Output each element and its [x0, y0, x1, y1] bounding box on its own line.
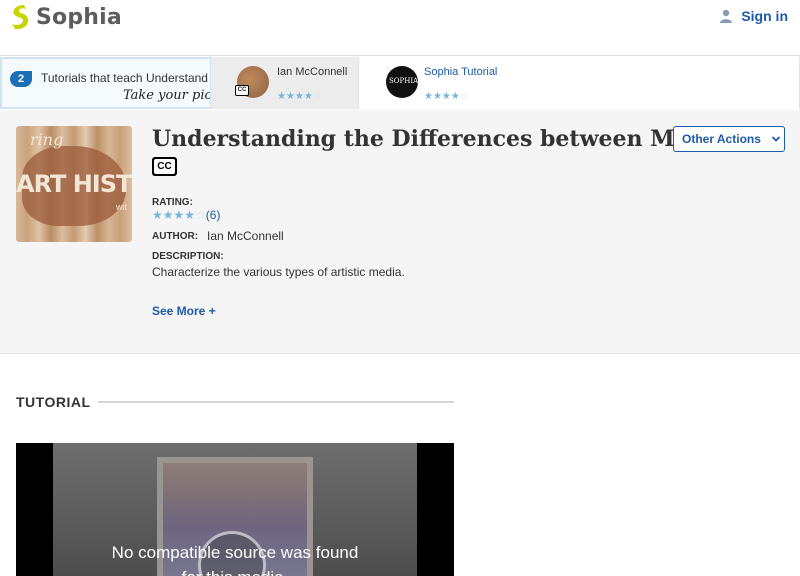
chevron-down-icon — [771, 136, 781, 142]
site-header: Sophia Sign in — [0, 0, 800, 56]
section-title: TUTORIAL — [16, 394, 91, 410]
thumbnail-text: ART HISTORY — [16, 170, 132, 198]
closed-caption-icon: CC — [152, 157, 177, 176]
picker-option-sophia-tutorial[interactable]: SOPHIA Sophia Tutorial ★★★★☆ — [360, 57, 800, 109]
video-error-message-2: for this media. — [16, 568, 454, 576]
tutorial-thumbnail: ring ART HISTORY wit — [16, 126, 132, 242]
picker-option-ian-mcconnell[interactable]: CC Ian McConnell ★★★★☆ — [211, 57, 359, 109]
tutorial-count-badge: 2 — [10, 71, 32, 87]
sign-in-button[interactable]: Sign in — [719, 8, 788, 24]
description-text: Characterize the various types of artist… — [152, 265, 405, 279]
author-name: Ian McConnell — [207, 229, 284, 243]
sophia-logo[interactable]: Sophia — [10, 3, 122, 31]
video-error-message: No compatible source was found — [111, 543, 359, 562]
logo-text: Sophia — [36, 4, 122, 30]
option-thumb-text: SOPHIA — [389, 77, 418, 85]
other-actions-button[interactable]: Other Actions — [673, 126, 785, 152]
tutorial-hero: ring ART HISTORY wit Understanding the D… — [0, 110, 800, 354]
cc-label: CC — [154, 159, 175, 174]
picker-intro-pick: Take your pick: — [123, 88, 210, 103]
rating-count: (6) — [205, 208, 221, 222]
other-actions-label: Other Actions — [682, 132, 761, 146]
picker-intro-text: Tutorials that teach Understand — [41, 71, 208, 85]
author-label: AUTHOR: — [152, 231, 199, 242]
thumbnail-small-text: wit — [116, 202, 127, 212]
video-player[interactable]: No compatible source was found for this … — [16, 443, 454, 576]
tutorial-picker: 2 Tutorials that teach Understand Take y… — [0, 57, 800, 109]
sophia-logo-icon — [12, 5, 29, 30]
thumbnail-top-text: ring — [30, 130, 64, 149]
section-divider — [98, 401, 454, 403]
picker-intro: 2 Tutorials that teach Understand Take y… — [0, 57, 211, 109]
user-icon — [720, 9, 733, 23]
description-label: DESCRIPTION: — [152, 251, 224, 262]
closed-caption-icon: CC — [235, 85, 249, 96]
sign-in-label: Sign in — [741, 8, 788, 24]
option-rating-stars: ★★★★☆ — [424, 91, 469, 102]
rating-stars[interactable]: ★★★★☆(6) — [152, 208, 220, 222]
option-author: Sophia Tutorial — [424, 66, 498, 78]
tutorial-title: Understanding the Differences between Me… — [152, 126, 727, 152]
option-thumbnail: SOPHIA — [386, 66, 418, 98]
option-rating-stars: ★★★★☆ — [277, 91, 322, 102]
see-more-link[interactable]: See More + — [152, 304, 216, 318]
rating-label: RATING: — [152, 197, 193, 208]
option-author: Ian McConnell — [277, 66, 348, 78]
